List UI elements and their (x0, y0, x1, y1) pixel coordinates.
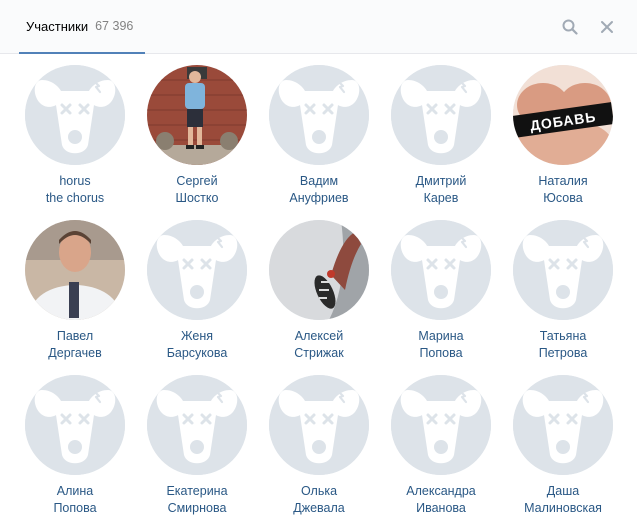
member-name[interactable]: Сергей Шостко (136, 173, 258, 207)
member-name[interactable]: Алексей Стрижак (258, 328, 380, 362)
member-card[interactable]: Татьяна Петрова (502, 220, 624, 362)
member-card[interactable]: Екатерина Смирнова (136, 375, 258, 517)
default-avatar-icon (391, 375, 491, 475)
member-card[interactable]: Сергей Шостко (136, 65, 258, 207)
member-name[interactable]: Екатерина Смирнова (136, 483, 258, 517)
member-name[interactable]: Даша Малиновская (502, 483, 624, 517)
default-avatar-icon (147, 375, 247, 475)
member-card[interactable]: ДОБАВЬ Наталия Юсова (502, 65, 624, 207)
default-avatar-icon (269, 65, 369, 165)
default-avatar-icon (25, 65, 125, 165)
member-card[interactable]: Дмитрий Карев (380, 65, 502, 207)
member-card[interactable]: Алексей Стрижак (258, 220, 380, 362)
member-name[interactable]: horus the chorus (14, 173, 136, 207)
member-card[interactable]: Вадим Ануфриев (258, 65, 380, 207)
member-name[interactable]: Олька Джевала (258, 483, 380, 517)
member-card[interactable]: Марина Попова (380, 220, 502, 362)
avatar-photo: ДОБАВЬ (513, 65, 613, 165)
avatar-photo (147, 65, 247, 165)
default-avatar-icon (513, 220, 613, 320)
member-name[interactable]: Дмитрий Карев (380, 173, 502, 207)
member-card[interactable]: Алина Попова (14, 375, 136, 517)
tab-members[interactable]: Участники 67 396 (19, 0, 145, 54)
member-card[interactable]: Даша Малиновская (502, 375, 624, 517)
member-name[interactable]: Татьяна Петрова (502, 328, 624, 362)
close-icon[interactable] (596, 16, 618, 38)
member-name[interactable]: Марина Попова (380, 328, 502, 362)
tab-label: Участники (26, 18, 89, 34)
default-avatar-icon (25, 375, 125, 475)
member-name[interactable]: Павел Дергачев (14, 328, 136, 362)
default-avatar-icon (391, 65, 491, 165)
modal-header: Участники 67 396 (0, 0, 637, 54)
default-avatar-icon (391, 220, 491, 320)
member-name[interactable]: Александра Иванова (380, 483, 502, 517)
default-avatar-icon (269, 375, 369, 475)
member-name[interactable]: Алина Попова (14, 483, 136, 517)
default-avatar-icon (513, 375, 613, 475)
member-card[interactable]: horus the chorus (14, 65, 136, 207)
member-name[interactable]: Вадим Ануфриев (258, 173, 380, 207)
member-name[interactable]: Наталия Юсова (502, 173, 624, 207)
default-avatar-icon (147, 220, 247, 320)
avatar-photo (269, 220, 369, 320)
member-card[interactable]: Павел Дергачев (14, 220, 136, 362)
member-card[interactable]: Александра Иванова (380, 375, 502, 517)
member-card[interactable]: Олька Джевала (258, 375, 380, 517)
member-name[interactable]: Женя Барсукова (136, 328, 258, 362)
search-icon[interactable] (559, 16, 581, 38)
avatar-photo (25, 220, 125, 320)
members-count: 67 396 (95, 19, 134, 33)
member-card[interactable]: Женя Барсукова (136, 220, 258, 362)
